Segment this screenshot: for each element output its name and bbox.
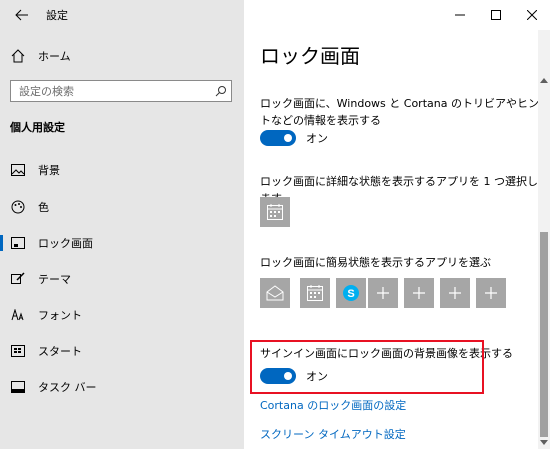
highlight-annotation-box bbox=[250, 340, 484, 394]
scroll-down-button[interactable] bbox=[538, 435, 550, 449]
scroll-up-arrow-icon bbox=[540, 77, 548, 83]
sidebar-item-theme[interactable]: テーマ bbox=[0, 268, 244, 290]
maximize-button[interactable] bbox=[478, 0, 514, 30]
quick-status-tile-add[interactable] bbox=[440, 278, 470, 308]
sidebar-item-background[interactable]: 背景 bbox=[0, 159, 244, 181]
window-controls bbox=[442, 0, 550, 30]
close-icon bbox=[527, 10, 537, 20]
quick-status-tile-add[interactable] bbox=[368, 278, 398, 308]
section-heading: 個人用設定 bbox=[10, 121, 65, 134]
home-label: ホーム bbox=[38, 50, 71, 63]
font-icon bbox=[10, 307, 26, 323]
sidebar-item-label: 背景 bbox=[38, 164, 60, 177]
calendar-icon bbox=[307, 285, 323, 301]
scroll-up-button[interactable] bbox=[538, 73, 550, 87]
setting-tips-description: ロック画面に、Windows と Cortana のトリビアやヒントなどの情報を… bbox=[260, 97, 539, 127]
back-button[interactable] bbox=[10, 3, 34, 27]
toggle-knob bbox=[284, 134, 292, 142]
sidebar-item-label: テーマ bbox=[38, 273, 71, 286]
mail-icon bbox=[266, 285, 284, 301]
sidebar: 設定 ホーム 設定の検索 個人用設定 背景 色 ロック画面 テーマ フォント ス… bbox=[0, 0, 244, 449]
quick-status-tile-skype[interactable]: S bbox=[336, 278, 366, 308]
back-arrow-icon bbox=[15, 9, 28, 21]
sidebar-item-lock-screen[interactable]: ロック画面 bbox=[0, 232, 244, 254]
quick-status-tile-calendar[interactable] bbox=[300, 278, 330, 308]
sidebar-item-label: スタート bbox=[38, 345, 82, 358]
detailed-status-app-tile[interactable] bbox=[260, 197, 290, 227]
taskbar-icon bbox=[10, 379, 26, 395]
scrollbar-thumb[interactable] bbox=[540, 232, 548, 437]
scroll-down-arrow-icon bbox=[540, 439, 548, 445]
selected-indicator bbox=[0, 235, 3, 251]
detailed-status-description: ロック画面に詳細な状態を表示するアプリを 1 つ選択します bbox=[260, 175, 538, 205]
lock-screen-icon bbox=[10, 235, 26, 251]
palette-icon bbox=[10, 199, 26, 215]
minimize-icon bbox=[455, 14, 465, 16]
svg-text:S: S bbox=[347, 288, 354, 300]
home-icon bbox=[10, 48, 26, 64]
plus-icon bbox=[449, 287, 461, 299]
sidebar-item-font[interactable]: フォント bbox=[0, 304, 244, 326]
quick-status-description: ロック画面に簡易状態を表示するアプリを選ぶ bbox=[260, 256, 491, 269]
picture-icon bbox=[10, 162, 26, 178]
nav-home[interactable]: ホーム bbox=[10, 45, 71, 67]
screen-timeout-settings-link[interactable]: スクリーン タイムアウト設定 bbox=[260, 426, 406, 442]
tips-toggle-row[interactable]: オン bbox=[260, 130, 328, 146]
quick-status-tile-add[interactable] bbox=[476, 278, 506, 308]
quick-status-tile-add[interactable] bbox=[404, 278, 434, 308]
plus-icon bbox=[413, 287, 425, 299]
start-icon bbox=[10, 343, 26, 359]
sidebar-item-taskbar[interactable]: タスク バー bbox=[0, 376, 244, 398]
sidebar-item-label: フォント bbox=[38, 309, 82, 322]
brush-icon bbox=[10, 271, 26, 287]
sidebar-item-start[interactable]: スタート bbox=[0, 340, 244, 362]
search-placeholder: 設定の検索 bbox=[19, 85, 74, 98]
search-icon[interactable] bbox=[211, 85, 231, 97]
quick-status-tile-mail[interactable] bbox=[260, 278, 290, 308]
close-button[interactable] bbox=[514, 0, 550, 30]
tips-toggle[interactable] bbox=[260, 130, 296, 146]
sidebar-item-label: ロック画面 bbox=[38, 237, 93, 250]
minimize-button[interactable] bbox=[442, 0, 478, 30]
calendar-icon bbox=[267, 204, 283, 220]
sidebar-item-label: タスク バー bbox=[38, 381, 97, 394]
plus-icon bbox=[485, 287, 497, 299]
page-title: ロック画面 bbox=[260, 44, 360, 68]
skype-icon: S bbox=[343, 285, 359, 301]
plus-icon bbox=[377, 287, 389, 299]
maximize-icon bbox=[491, 10, 501, 20]
search-input[interactable]: 設定の検索 bbox=[10, 80, 232, 102]
app-title: 設定 bbox=[46, 9, 68, 22]
sidebar-item-label: 色 bbox=[38, 201, 49, 214]
cortana-lock-screen-settings-link[interactable]: Cortana のロック画面の設定 bbox=[260, 397, 406, 413]
tips-toggle-state: オン bbox=[306, 132, 328, 145]
titlebar-left: 設定 bbox=[0, 0, 244, 30]
sidebar-item-color[interactable]: 色 bbox=[0, 196, 244, 218]
